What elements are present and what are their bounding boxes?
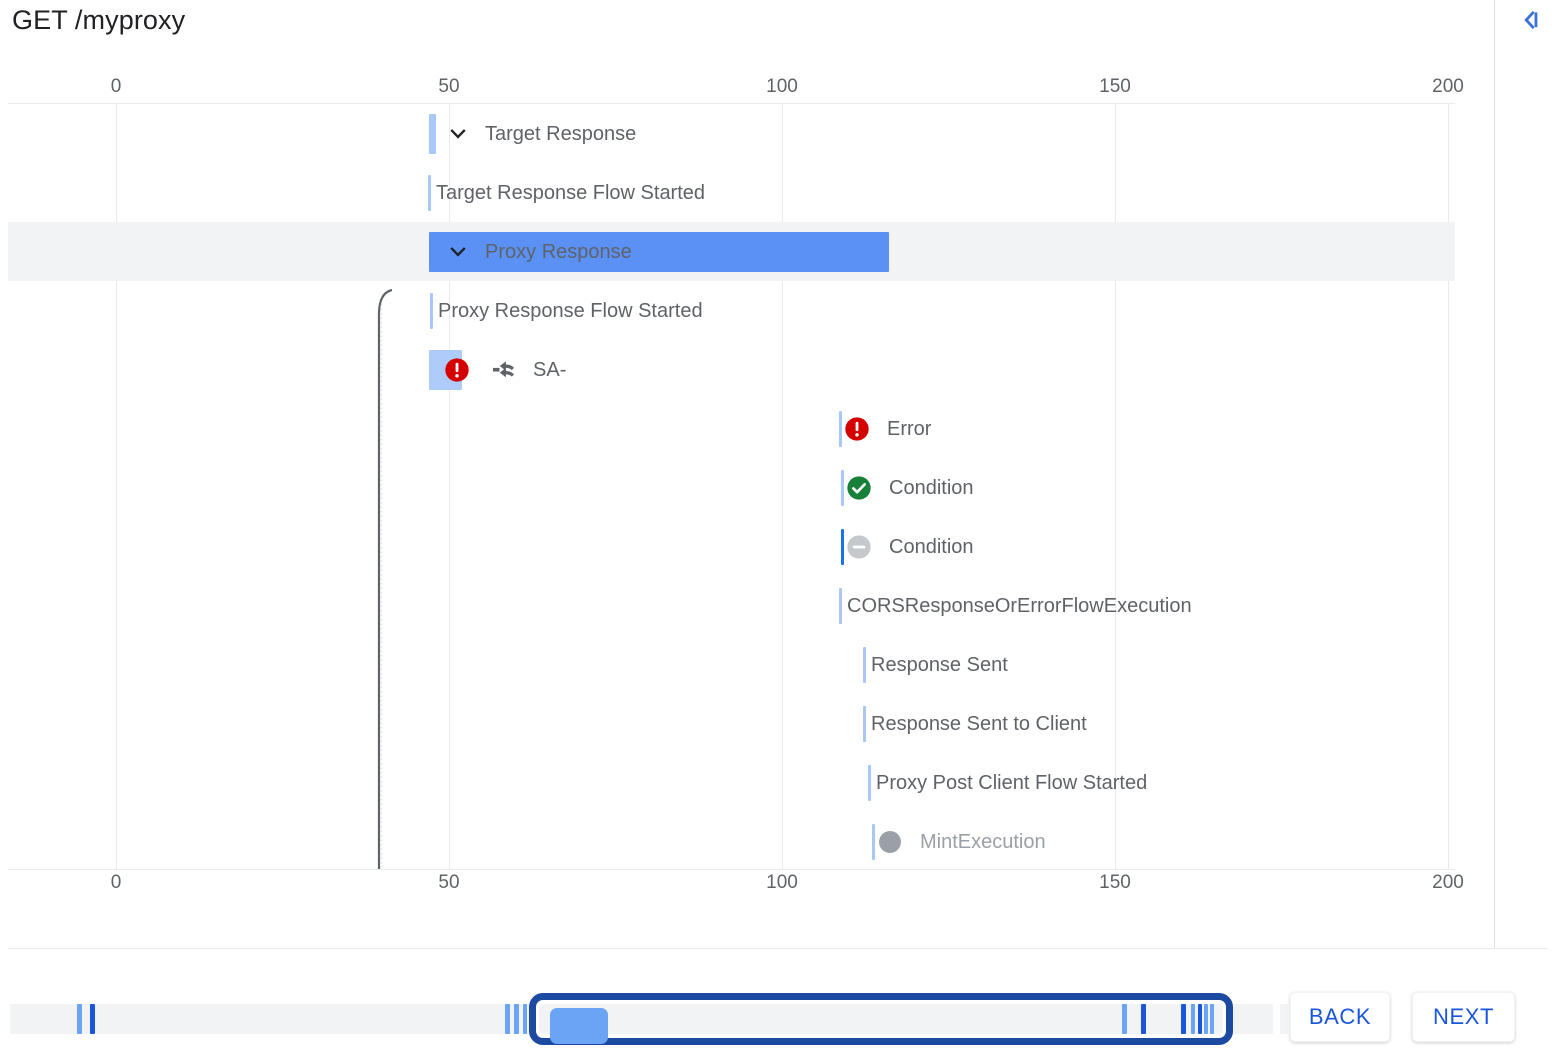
timeline-rows: Target Response Target Response Flow Star… [0,104,1494,869]
row-content: Error [843,399,931,458]
row-label: Proxy Post Client Flow Started [876,773,1147,793]
timeline-row[interactable]: Condition [8,458,1455,517]
axis-tick-bottom: 50 [438,872,459,894]
scrollbar-selection-inner [536,1000,1226,1038]
timeline-row[interactable]: CORSResponseOrErrorFlowExecution [8,576,1455,635]
collapse-left-panel-icon[interactable] [1508,0,1552,40]
timeline-row[interactable]: Proxy Post Client Flow Started [8,753,1455,812]
timeline-row[interactable]: Target Response [8,104,1455,163]
axis-tick-bottom: 200 [1432,872,1464,894]
minus-circle-icon [845,533,873,561]
timeline-row[interactable]: SA- [8,340,1455,399]
axis-tick-bottom: 100 [766,872,798,894]
timeline-row[interactable]: Error [8,399,1455,458]
scrollbar-thumb[interactable] [550,1008,608,1044]
row-content: CORSResponseOrErrorFlowExecution [843,576,1192,635]
row-marker [839,588,842,624]
scrollbar-mark [69,1004,77,1034]
row-label: SA- [533,360,566,380]
row-label: Condition [889,537,974,557]
timeline-row[interactable]: Proxy Response Flow Started [8,281,1455,340]
page-title: GET /myproxy [12,5,185,36]
row-content: Target Response [429,104,636,163]
row-marker [430,293,433,329]
row-content: Response Sent [867,635,1008,694]
bottom-bar: BACK NEXT [0,949,1560,1064]
check-circle-icon [845,474,873,502]
row-label: Error [887,419,931,439]
row-label: Target Response Flow Started [436,183,705,203]
timeline-chart: 0 50 100 150 200 0 50 100 150 200 Target Respons… [0,60,1494,948]
timeline-row[interactable]: Condition [8,517,1455,576]
next-button[interactable]: NEXT [1412,992,1515,1042]
scrollbar-mark [90,1004,95,1034]
scrollbar-mark [1265,1004,1273,1034]
row-content: Target Response Flow Started [432,163,705,222]
scrollbar-mark [77,1004,82,1034]
timeline-row[interactable]: Proxy Response [8,222,1455,281]
timeline-scrollbar[interactable] [10,993,1266,1037]
row-label: MintExecution [920,832,1046,852]
scrollbar-mark [1250,1004,1258,1034]
timeline-row[interactable]: MintExecution [8,812,1455,871]
shuffle-icon [489,356,517,384]
timeline-bar[interactable] [429,350,462,390]
axis-tick-bottom: 150 [1099,872,1131,894]
row-marker [863,706,866,742]
row-marker [841,529,844,565]
trace-timeline-page: GET /myproxy 0 50 100 150 200 0 50 100 150 200 T… [0,0,1560,1064]
scrollbar-mark [39,1004,47,1034]
row-marker [868,765,871,801]
axis-tick-top: 100 [766,76,798,98]
row-content: Proxy Response Flow Started [434,281,703,340]
axis-tick-top: 150 [1099,76,1131,98]
row-content: Response Sent to Client [867,694,1087,753]
timeline-row[interactable]: Target Response Flow Started [8,163,1455,222]
row-label: Response Sent [871,655,1008,675]
row-label: Target Response [485,124,636,144]
scrollbar-mark [54,1004,62,1034]
disabled-dot-icon [876,828,904,856]
axis-tick-top: 200 [1432,76,1464,98]
scrollbar-mark [24,1004,32,1034]
back-button[interactable]: BACK [1290,992,1390,1042]
row-marker [863,647,866,683]
timeline-bar[interactable] [429,232,889,272]
axis-tick-bottom: 0 [111,872,122,894]
axis-tick-top: 0 [111,76,122,98]
scrollbar-mark [523,1004,527,1034]
timeline-row[interactable]: Response Sent [8,635,1455,694]
row-marker [839,411,842,447]
row-marker [841,470,844,506]
row-label: CORSResponseOrErrorFlowExecution [847,596,1192,616]
timeline-bar[interactable] [429,114,436,154]
row-label: Condition [889,478,974,498]
row-content: MintExecution [876,812,1046,871]
scrollbar-mark [1280,1004,1288,1034]
axis-tick-top: 50 [438,76,459,98]
scrollbar-mark [505,1004,510,1034]
row-content: Proxy Post Client Flow Started [872,753,1147,812]
row-label: Response Sent to Client [871,714,1087,734]
panel-divider [1494,0,1495,948]
scrollbar-mark [514,1004,519,1034]
row-marker [428,175,431,211]
row-content: Condition [845,458,974,517]
timeline-row[interactable]: Response Sent to Client [8,694,1455,753]
row-marker [872,824,875,860]
error-icon [843,415,871,443]
row-content: Condition [845,517,974,576]
scrollbar-selection-window[interactable] [529,993,1233,1045]
row-label: Proxy Response Flow Started [438,301,703,321]
chevron-down-icon[interactable] [447,123,469,145]
